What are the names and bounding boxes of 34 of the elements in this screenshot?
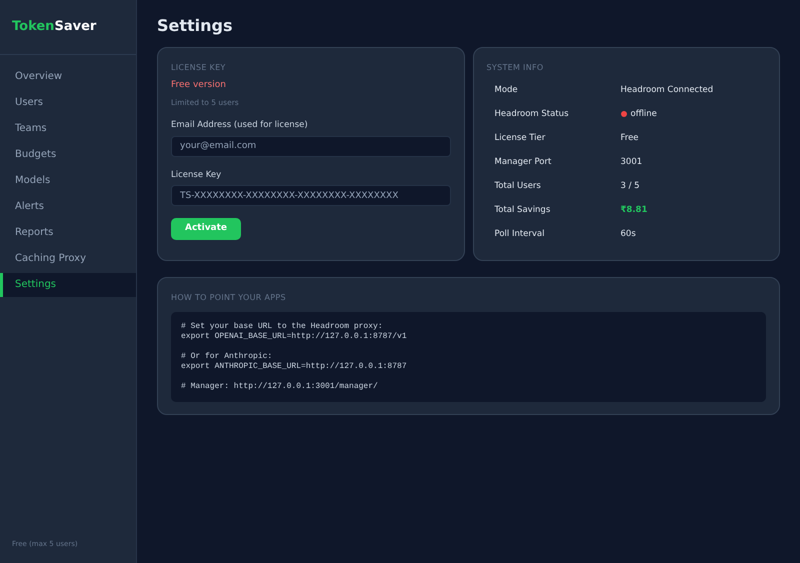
input-field[interactable]: your@email.com bbox=[171, 136, 450, 157]
info-label: Mode bbox=[494, 84, 519, 97]
info-value: 3001 bbox=[620, 156, 642, 169]
info-value: 3 / 5 bbox=[620, 180, 640, 193]
info-label: Headroom Status bbox=[494, 108, 570, 121]
info-value: Headroom Connected bbox=[620, 84, 714, 97]
field-label: Email Address (used for license) bbox=[171, 118, 309, 132]
info-label: License Tier bbox=[494, 132, 546, 145]
info-label: Poll Interval bbox=[494, 228, 546, 241]
info-label: Total Savings bbox=[494, 204, 552, 217]
info-value: 60s bbox=[620, 228, 636, 241]
input-field[interactable]: TS-XXXXXXXX-XXXXXXXX-XXXXXXXX-XXXXXXXX bbox=[171, 185, 450, 206]
sidebar-item[interactable]: Overview bbox=[0, 64, 136, 88]
code-block: # Set your base URL to the Headroom proxy: export OPENAI_BASE_URL=http://127.0.0.1:8787/v1 # Or for Anthropic: export ANTHROPIC_BASE_URL=http://127.0.0.1:8787 # Manager: http://127.0.0.1:3001/manager/ bbox=[171, 312, 766, 402]
info-value: Free bbox=[620, 132, 639, 145]
sidebar-item[interactable]: Users bbox=[0, 90, 136, 114]
sidebar-item[interactable]: Teams bbox=[0, 116, 136, 140]
sidebar-item[interactable]: Budgets bbox=[0, 142, 136, 166]
info-value: ₹8.81 bbox=[620, 204, 648, 217]
field-label: License Key bbox=[171, 168, 222, 182]
page-title: Settings bbox=[157, 16, 234, 36]
card-title: HOW TO POINT YOUR APPS bbox=[171, 292, 287, 304]
info-label: Manager Port bbox=[494, 156, 552, 169]
sidebar-item[interactable]: Caching Proxy bbox=[0, 246, 136, 270]
sidebar-item[interactable]: Alerts bbox=[0, 194, 136, 218]
info-label: Total Users bbox=[494, 180, 542, 193]
sidebar-item[interactable]: Models bbox=[0, 168, 136, 192]
card-title: LICENSE KEY bbox=[171, 62, 227, 74]
info-value: offline bbox=[630, 108, 657, 121]
license-status: Free version bbox=[171, 79, 227, 92]
sidebar-item[interactable]: Settings bbox=[0, 272, 136, 296]
card-title: SYSTEM INFO bbox=[486, 62, 544, 74]
app-logo: TokenSaver bbox=[0, 0, 136, 54]
sidebar-item[interactable]: Reports bbox=[0, 220, 136, 244]
